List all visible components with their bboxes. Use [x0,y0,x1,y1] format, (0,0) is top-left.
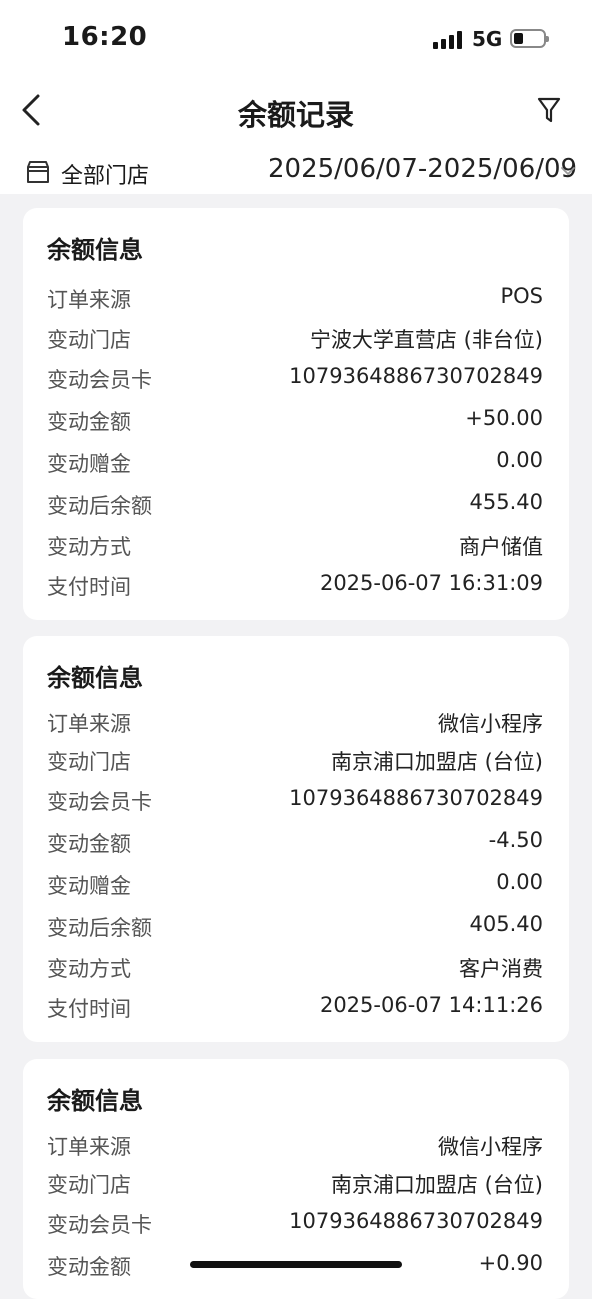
label: 变动赠金 [47,452,131,476]
card-title: 余额信息 [47,236,143,264]
value: 商户储值 [459,535,543,559]
value: 南京浦口加盟店 (台位) [330,750,543,774]
label: 变动赠金 [47,874,131,898]
value: 2025-06-07 14:11:26 [319,993,543,1017]
funnel-icon [537,97,561,123]
row-store: 变动门店 南京浦口加盟店 (台位) [47,746,543,776]
label: 支付时间 [47,997,131,1021]
row-card: 变动会员卡 1079364886730702849 [47,786,543,816]
value: 1079364886730702849 [289,786,543,810]
chevron-down-icon[interactable] [560,166,576,176]
balance-card: 余额信息 订单来源 微信小程序 变动门店 南京浦口加盟店 (台位) 变动会员卡 107… [23,636,569,1042]
row-card: 变动会员卡 1079364886730702849 [47,364,543,394]
value: POS [500,284,543,308]
label: 变动门店 [47,1173,131,1197]
row-store: 变动门店 南京浦口加盟店 (台位) [47,1169,543,1199]
date-range-picker[interactable]: 2025/06/07-2025/06/09 [268,154,577,184]
value: 宁波大学直营店 (非台位) [309,328,543,352]
label: 订单来源 [47,1135,131,1159]
label: 变动会员卡 [47,790,152,814]
value: 455.40 [469,490,543,514]
label: 变动后余额 [47,494,152,518]
row-source: 订单来源 POS [47,284,543,314]
label: 变动金额 [47,1255,131,1279]
label: 变动门店 [47,750,131,774]
top-bar: 16:20 5G 余额记录 全部门店 2025/06/07-2025/06/09 [0,0,592,194]
status-time: 16:20 [62,22,148,52]
signal-icon [433,31,465,49]
label: 变动方式 [47,535,131,559]
row-balance-after: 变动后余额 455.40 [47,490,543,520]
label: 订单来源 [47,712,131,736]
row-source: 订单来源 微信小程序 [47,708,543,738]
label: 变动后余额 [47,916,152,940]
row-card: 变动会员卡 1079364886730702849 [47,1209,543,1239]
label: 变动金额 [47,410,131,434]
value: 1079364886730702849 [289,364,543,388]
store-filter[interactable]: 全部门店 [61,158,149,190]
label: 支付时间 [47,575,131,599]
value: -4.50 [488,828,543,852]
value: 2025-06-07 16:31:09 [319,571,543,595]
row-source: 订单来源 微信小程序 [47,1131,543,1161]
row-bonus: 变动赠金 0.00 [47,448,543,478]
label: 变动会员卡 [47,1213,152,1237]
battery-icon [510,29,549,48]
label: 变动金额 [47,832,131,856]
value: 1079364886730702849 [289,1209,543,1233]
filter-button[interactable] [534,94,564,126]
row-store: 变动门店 宁波大学直营店 (非台位) [47,324,543,354]
row-method: 变动方式 商户储值 [47,531,543,561]
value: 微信小程序 [438,712,543,736]
home-indicator[interactable] [190,1261,402,1268]
value: 405.40 [469,912,543,936]
page-title: 余额记录 [237,98,354,132]
card-title: 余额信息 [47,664,143,692]
row-pay-time: 支付时间 2025-06-07 16:31:09 [47,571,543,601]
value: 南京浦口加盟店 (台位) [330,1173,543,1197]
value: +0.90 [478,1251,543,1275]
row-method: 变动方式 客户消费 [47,953,543,983]
value: 0.00 [496,448,543,472]
label: 变动门店 [47,328,131,352]
value: 客户消费 [459,957,543,981]
value: +50.00 [465,406,543,430]
card-title: 余额信息 [47,1087,143,1115]
row-pay-time: 支付时间 2025-06-07 14:11:26 [47,993,543,1023]
balance-card: 余额信息 订单来源 POS 变动门店 宁波大学直营店 (非台位) 变动会员卡 1079… [23,208,569,620]
row-amount: 变动金额 -4.50 [47,828,543,858]
value: 微信小程序 [438,1135,543,1159]
label: 订单来源 [47,288,131,312]
label: 变动方式 [47,957,131,981]
store-icon[interactable] [24,158,52,186]
row-bonus: 变动赠金 0.00 [47,870,543,900]
row-amount: 变动金额 +50.00 [47,406,543,436]
label: 变动会员卡 [47,368,152,392]
network-label: 5G [472,27,503,51]
value: 0.00 [496,870,543,894]
row-balance-after: 变动后余额 405.40 [47,912,543,942]
